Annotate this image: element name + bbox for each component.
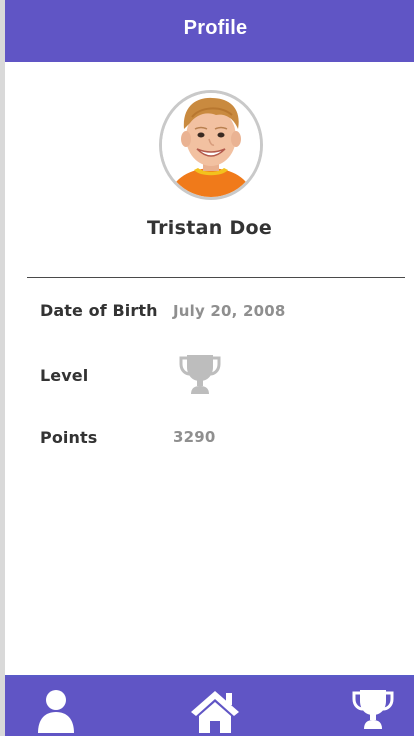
nav-profile-button[interactable]	[37, 689, 75, 733]
top-bar: Profile	[5, 0, 414, 62]
home-icon	[191, 691, 239, 733]
user-name: Tristan Doe	[146, 217, 273, 239]
points-label: Points	[40, 428, 98, 447]
nav-home-button[interactable]	[189, 689, 241, 733]
dob-label: Date of Birth	[40, 301, 158, 320]
profile-screen: Profile Tristan Doe Date of Birth July 2…	[5, 0, 414, 736]
dob-value: July 20, 2008	[173, 302, 286, 320]
trophy-icon	[178, 353, 222, 395]
avatar	[159, 90, 263, 200]
user-icon	[38, 690, 74, 733]
bottom-nav	[5, 675, 414, 736]
trophy-icon	[352, 690, 394, 729]
page-title: Profile	[183, 16, 248, 39]
level-label: Level	[40, 366, 89, 385]
avatar-photo	[162, 93, 260, 197]
nav-achievements-button[interactable]	[351, 689, 395, 729]
divider	[27, 277, 405, 278]
points-value: 3290	[173, 428, 216, 446]
